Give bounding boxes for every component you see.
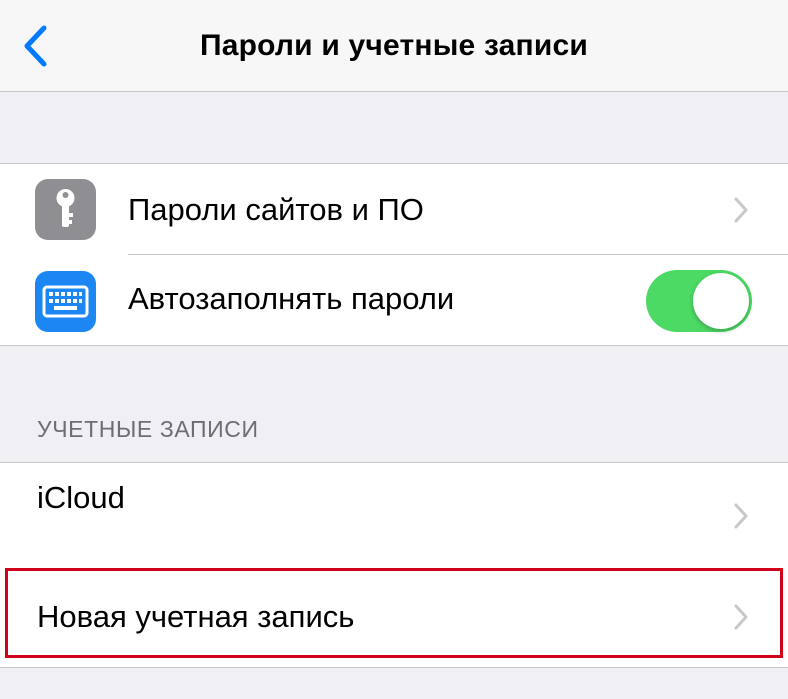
new-account-label[interactable]: Новая учетная запись bbox=[37, 597, 354, 637]
autofill-passwords-row: Автозаполнять пароли bbox=[0, 255, 788, 346]
chevron-right-icon bbox=[734, 197, 748, 223]
page-title: Пароли и учетные записи bbox=[199, 29, 589, 62]
icloud-account-label[interactable]: iCloud bbox=[37, 478, 125, 518]
website-passwords-label: Пароли сайтов и ПО bbox=[128, 192, 424, 227]
chevron-right-icon[interactable] bbox=[733, 502, 749, 530]
key-icon bbox=[35, 179, 96, 240]
keyboard-icon bbox=[35, 271, 96, 332]
autofill-passwords-label: Автозаполнять пароли bbox=[128, 281, 455, 316]
chevron-right-icon[interactable] bbox=[733, 603, 749, 631]
website-passwords-row[interactable]: Пароли сайтов и ПО bbox=[0, 164, 788, 255]
toggle-knob bbox=[693, 273, 749, 329]
navigation-bar: Пароли и учетные записи bbox=[0, 0, 788, 92]
autofill-toggle[interactable] bbox=[646, 270, 752, 332]
passwords-settings-group: Пароли сайтов и ПО Автозаполнять пароли bbox=[0, 163, 788, 346]
accounts-section-header: УЧЕТНЫЕ ЗАПИСИ bbox=[37, 416, 259, 442]
